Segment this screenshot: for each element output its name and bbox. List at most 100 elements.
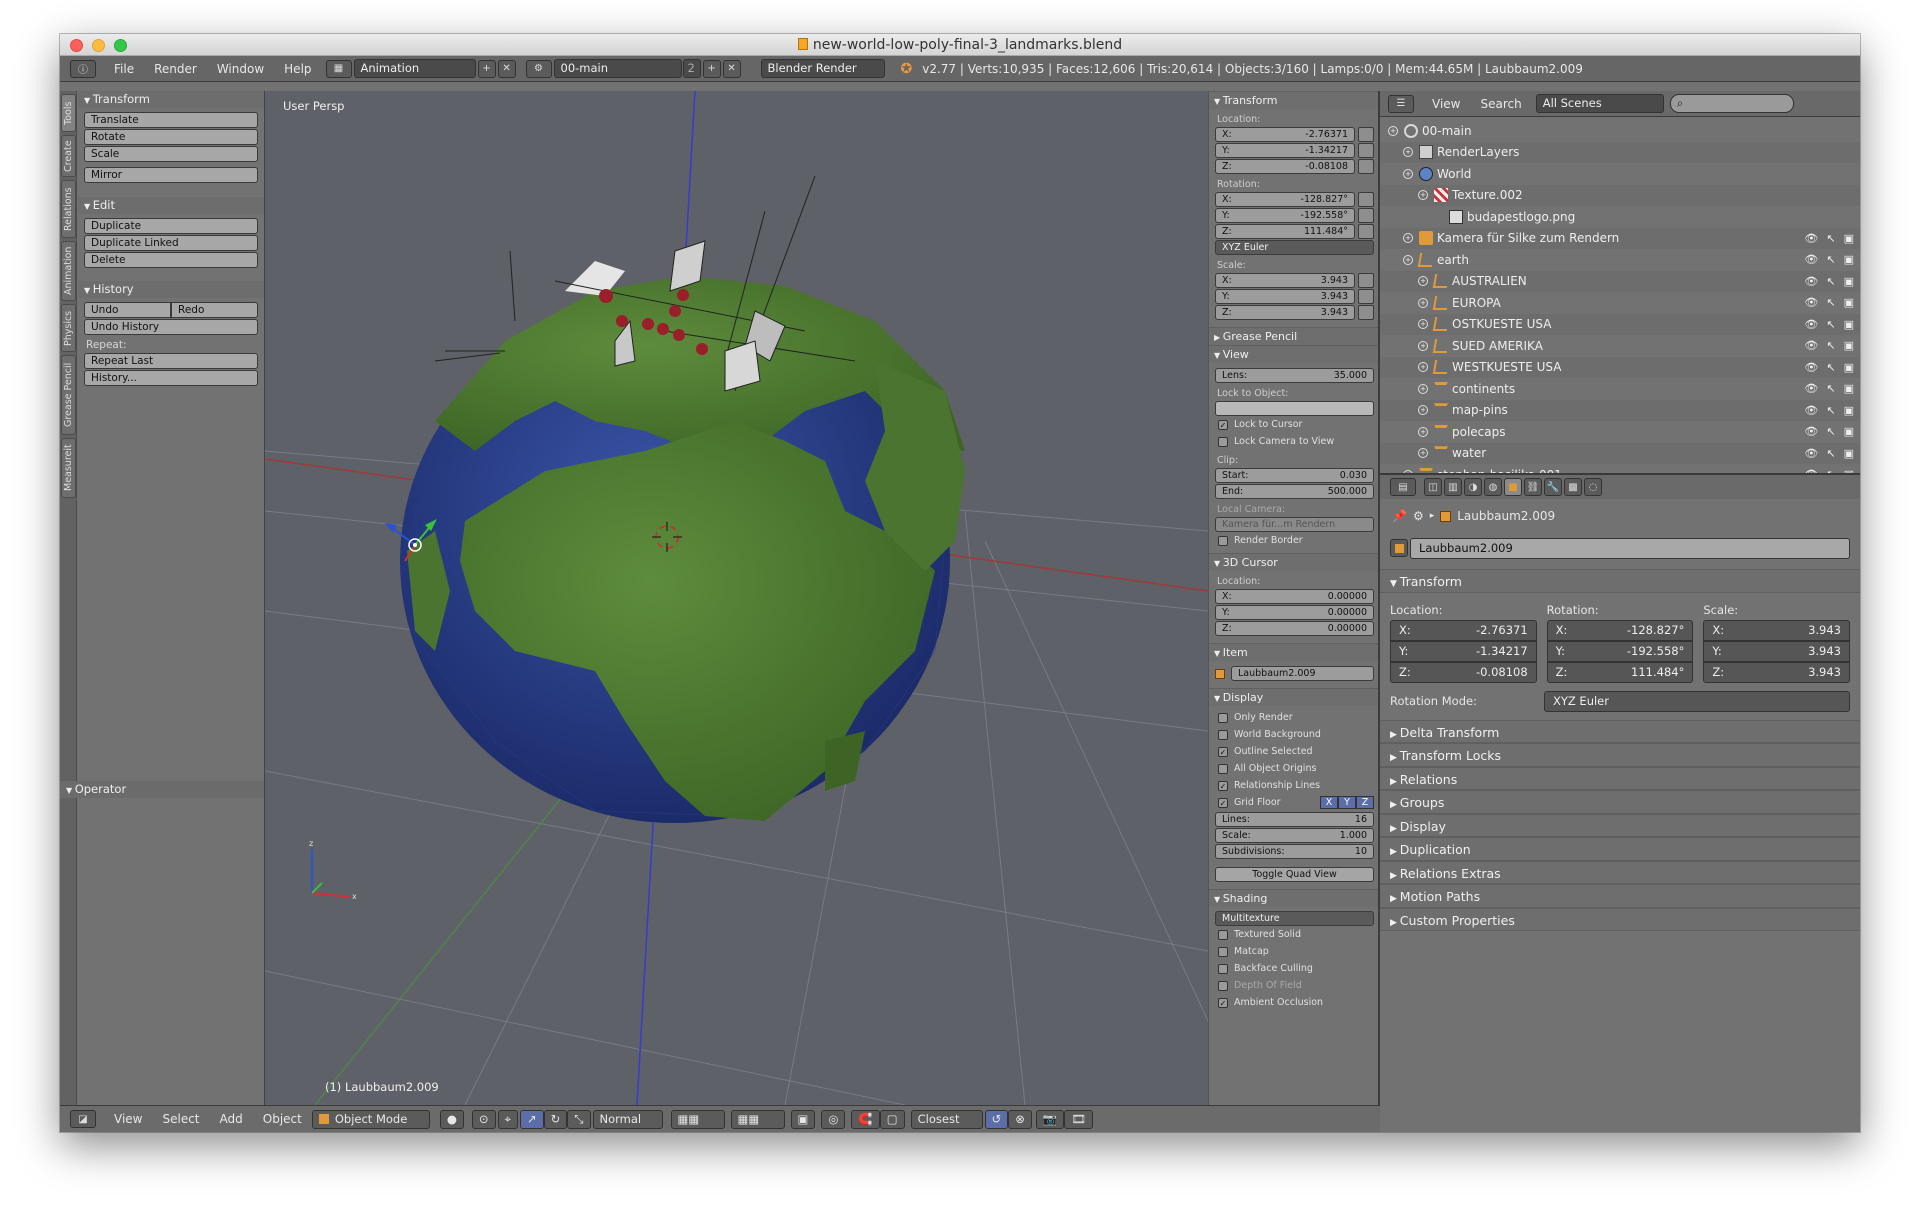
opengl-render-anim-icon[interactable]: 🎞: [1064, 1109, 1093, 1129]
outliner-item[interactable]: + polecaps 👁 ↖ ▣: [1380, 421, 1860, 443]
location-y-field[interactable]: Y: -1.34217: [1390, 640, 1537, 662]
grid-floor-checkbox[interactable]: ✓ Grid Floor XYZ: [1209, 794, 1378, 811]
lock-icon[interactable]: [1358, 208, 1374, 223]
scene-tab-icon[interactable]: ◑: [1464, 478, 1482, 496]
lock-icon[interactable]: [1358, 273, 1374, 288]
n-location-z[interactable]: Z: -0.08108: [1215, 159, 1355, 174]
expand-toggle-icon[interactable]: +: [1418, 383, 1428, 394]
expand-toggle-icon[interactable]: +: [1418, 319, 1428, 330]
remove-scene-icon[interactable]: ✕: [722, 59, 741, 78]
proportional-edit-icon[interactable]: ◎: [821, 1109, 846, 1129]
visibility-eye-icon[interactable]: 👁: [1804, 447, 1818, 460]
close-window-button[interactable]: [70, 39, 83, 52]
outliner-item[interactable]: + earth 👁 ↖ ▣: [1380, 249, 1860, 271]
relationship-lines-checkbox[interactable]: ✓ Relationship Lines: [1209, 777, 1378, 794]
outliner-item[interactable]: + AUSTRALIEN 👁 ↖ ▣: [1380, 270, 1860, 292]
translate-button[interactable]: Translate: [84, 112, 258, 128]
rotate-manipulator-icon[interactable]: ↻: [543, 1109, 568, 1129]
relations-section[interactable]: Relations: [1380, 766, 1860, 790]
redo-button[interactable]: Redo: [171, 302, 258, 318]
world-background-checkbox[interactable]: World Background: [1209, 726, 1378, 743]
selectability-cursor-icon[interactable]: ↖: [1826, 425, 1835, 438]
grid-lines-field[interactable]: Lines: 16: [1215, 812, 1374, 827]
object-tab-icon[interactable]: ■: [1504, 478, 1522, 496]
n-scale-z[interactable]: Z: 3.943: [1215, 305, 1355, 320]
constraints-tab-icon[interactable]: ⛓: [1524, 478, 1542, 496]
scale-button[interactable]: Scale: [84, 146, 258, 162]
expand-toggle-icon[interactable]: +: [1418, 297, 1428, 308]
rotation-y-field[interactable]: Y: -192.558°: [1546, 640, 1694, 662]
cursor-y[interactable]: Y: 0.00000: [1215, 605, 1374, 620]
lock-icon[interactable]: [1358, 224, 1374, 239]
scale-z-field[interactable]: Z: 3.943: [1703, 661, 1851, 683]
rotation-x-field[interactable]: X: -128.827°: [1546, 619, 1694, 641]
n-view-header[interactable]: View: [1209, 345, 1378, 363]
menu-file[interactable]: File: [104, 62, 144, 76]
location-z-field[interactable]: Z: -0.08108: [1390, 661, 1537, 683]
duplicate-button[interactable]: Duplicate: [84, 218, 258, 234]
menu-window[interactable]: Window: [207, 62, 274, 76]
renderability-camera-icon[interactable]: ▣: [1844, 318, 1854, 331]
modifiers-tab-icon[interactable]: 🔧: [1544, 478, 1562, 496]
edit-tools-header[interactable]: Edit: [78, 197, 264, 214]
scale-x-field[interactable]: X: 3.943: [1703, 619, 1851, 641]
outliner-item[interactable]: + Texture.002: [1380, 184, 1860, 206]
renderability-camera-icon[interactable]: ▣: [1844, 468, 1854, 473]
history-button[interactable]: History...: [84, 370, 258, 386]
visibility-eye-icon[interactable]: 👁: [1804, 232, 1818, 245]
undo-button[interactable]: Undo: [84, 302, 171, 318]
info-editor-type-icon[interactable]: ⓘ: [70, 59, 96, 78]
n-display-header[interactable]: Display: [1209, 688, 1378, 706]
3d-viewport[interactable]: z x User Persp (1) Laubbaum2.009: [265, 91, 1208, 1105]
lock-icon[interactable]: [1358, 159, 1374, 174]
renderability-camera-icon[interactable]: ▣: [1844, 361, 1854, 374]
add-scene-icon[interactable]: +: [702, 59, 721, 78]
screen-layout-icon[interactable]: ▦: [325, 59, 352, 78]
lock-icon[interactable]: [1358, 143, 1374, 158]
tab-tools[interactable]: Tools: [61, 94, 76, 132]
toggle-quad-view-button[interactable]: Toggle Quad View: [1215, 867, 1374, 882]
mode-select[interactable]: Object Mode: [311, 1109, 430, 1129]
visibility-eye-icon[interactable]: 👁: [1804, 425, 1818, 438]
location-x-field[interactable]: X: -2.76371: [1390, 619, 1537, 641]
grid-scale-field[interactable]: Scale: 1.000: [1215, 828, 1374, 843]
expand-toggle-icon[interactable]: +: [1418, 190, 1428, 201]
transform-section-header[interactable]: Transform: [1380, 569, 1860, 593]
lock-icon[interactable]: [1358, 305, 1374, 320]
lock-icon[interactable]: [1358, 192, 1374, 207]
expand-toggle-icon[interactable]: +: [1418, 276, 1428, 287]
depth-of-field-checkbox[interactable]: Depth Of Field: [1209, 977, 1378, 994]
undo-history-button[interactable]: Undo History: [84, 319, 258, 335]
scene-icon[interactable]: ⚙: [525, 59, 552, 78]
outliner-item[interactable]: + EUROPA 👁 ↖ ▣: [1380, 292, 1860, 314]
visibility-eye-icon[interactable]: 👁: [1804, 361, 1818, 374]
opengl-render-icon[interactable]: 📷: [1035, 1109, 1065, 1129]
n-scale-x[interactable]: X: 3.943: [1215, 273, 1355, 288]
transform-locks-section[interactable]: Transform Locks: [1380, 743, 1860, 767]
selectability-cursor-icon[interactable]: ↖: [1826, 339, 1835, 352]
layers-block-1-icon[interactable]: ▦▦: [670, 1109, 725, 1129]
tab-grease-pencil[interactable]: Grease Pencil: [61, 355, 76, 435]
render-layers-tab-icon[interactable]: ▥: [1444, 478, 1462, 496]
rotation-z-field[interactable]: Z: 111.484°: [1546, 661, 1694, 683]
outliner-item[interactable]: + World: [1380, 163, 1860, 185]
n-scale-y[interactable]: Y: 3.943: [1215, 289, 1355, 304]
zoom-window-button[interactable]: [114, 39, 127, 52]
n-3d-cursor-header[interactable]: 3D Cursor: [1209, 553, 1378, 571]
renderability-camera-icon[interactable]: ▣: [1844, 275, 1854, 288]
selectability-cursor-icon[interactable]: ↖: [1826, 382, 1835, 395]
outliner-item[interactable]: + stephan-basilika.001 👁 ↖ ▣: [1380, 464, 1860, 473]
minimize-window-button[interactable]: [92, 39, 105, 52]
renderability-camera-icon[interactable]: ▣: [1844, 339, 1854, 352]
outliner-item[interactable]: + WESTKUESTE USA 👁 ↖ ▣: [1380, 356, 1860, 378]
n-rotation-mode[interactable]: XYZ Euler: [1215, 240, 1374, 255]
outliner-item[interactable]: + SUED AMERIKA 👁 ↖ ▣: [1380, 335, 1860, 357]
lock-camera-checkbox[interactable]: Lock Camera to View: [1209, 433, 1378, 450]
mirror-button[interactable]: Mirror: [84, 167, 258, 183]
cursor-z[interactable]: Z: 0.00000: [1215, 621, 1374, 636]
visibility-eye-icon[interactable]: 👁: [1804, 318, 1818, 331]
grid-axis-z[interactable]: Z: [1356, 796, 1374, 809]
pivot-point-select[interactable]: ⊙: [471, 1109, 496, 1129]
lens-field[interactable]: Lens: 35.000: [1215, 368, 1374, 383]
renderability-camera-icon[interactable]: ▣: [1844, 296, 1854, 309]
